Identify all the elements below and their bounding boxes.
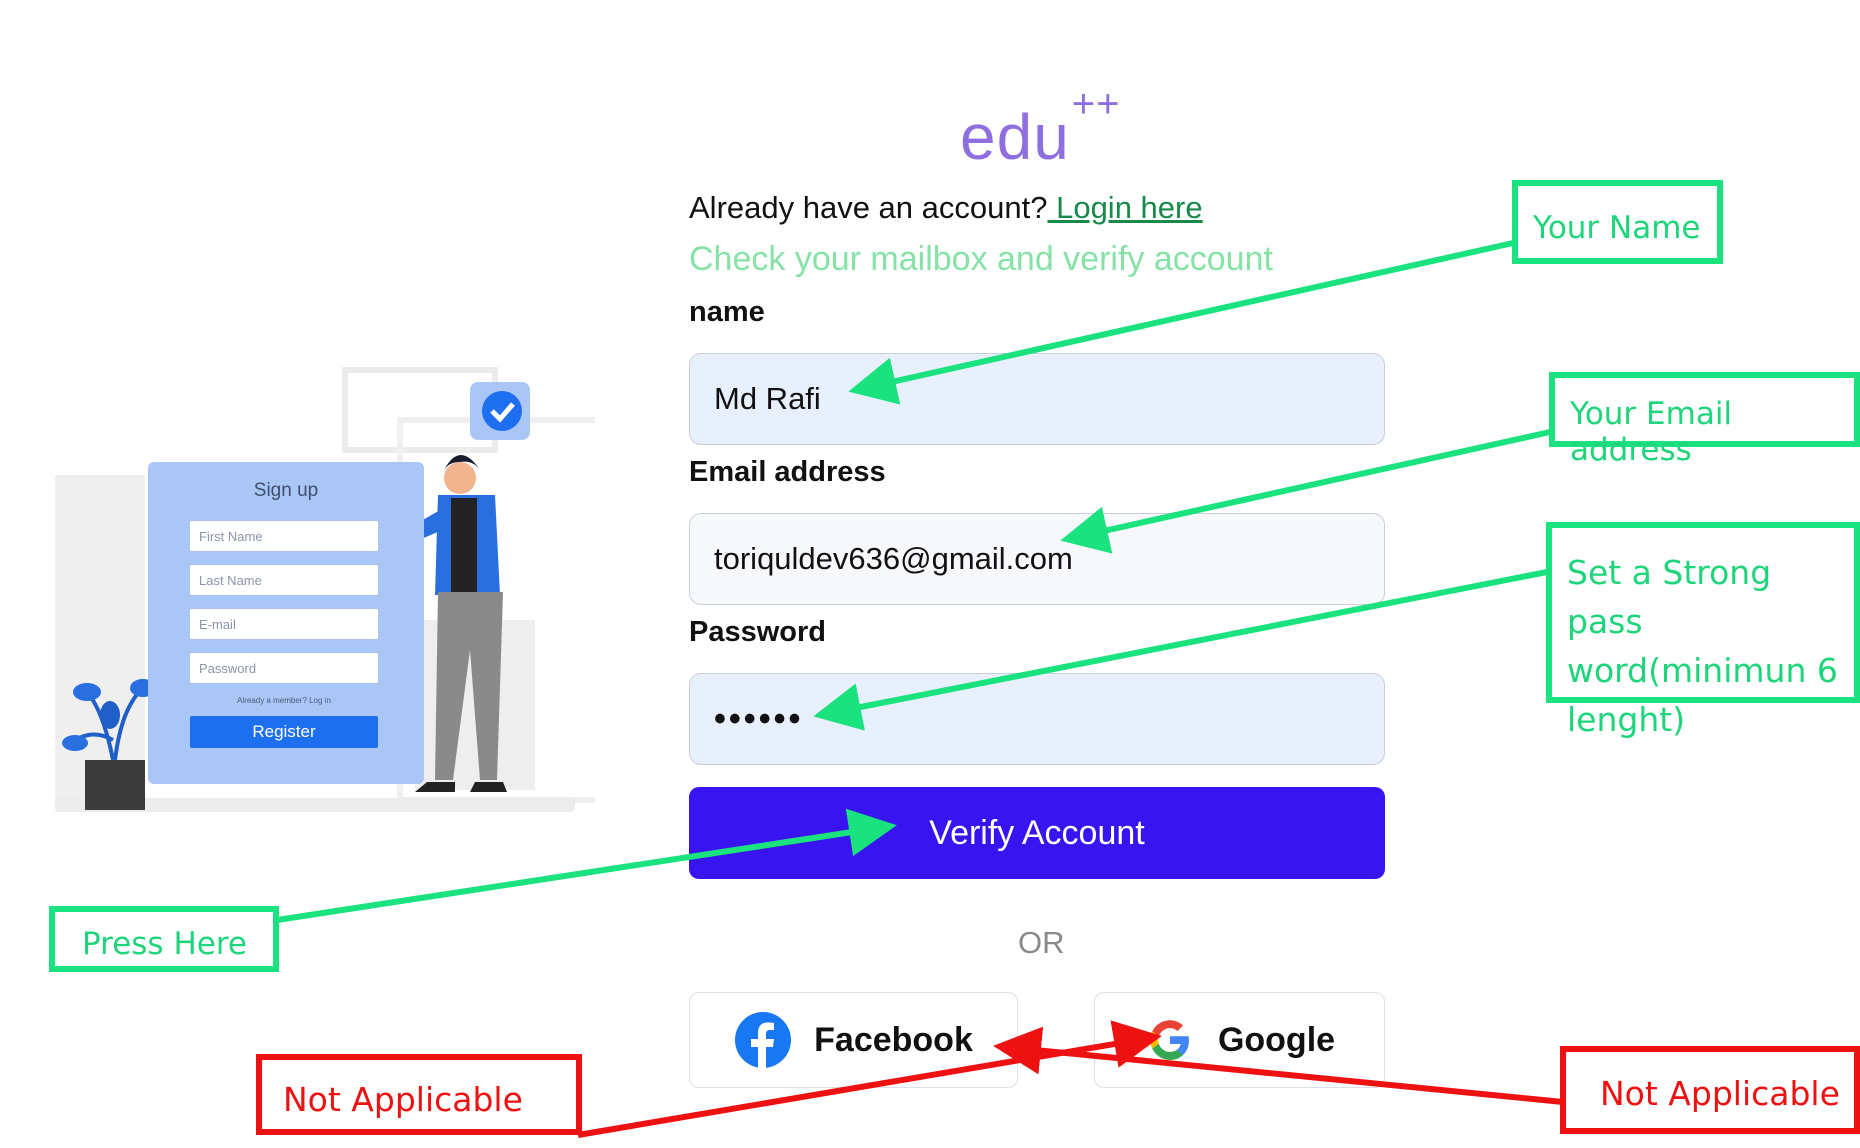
callout-press-here: Press Here	[49, 906, 279, 972]
callout-not-applicable-left: Not Applicable	[256, 1054, 582, 1135]
arrow-verify	[276, 808, 897, 923]
callout-password-line: word(minimun 6	[1567, 651, 1838, 690]
arrow-name	[848, 240, 1514, 405]
callout-your-name: Your Name	[1512, 180, 1723, 264]
arrow-password	[813, 569, 1548, 731]
callout-password-hint: Set a Strong pass word(minimun 6 lenght)	[1546, 522, 1860, 739]
callout-password-line: Set a Strong pass	[1567, 553, 1772, 641]
arrow-email	[1060, 429, 1551, 554]
callout-your-email: Your Email address	[1549, 372, 1860, 468]
callout-not-applicable-right: Not Applicable	[1560, 1046, 1860, 1134]
arrow-facebook-na	[993, 1026, 1564, 1105]
callout-password-line: lenght)	[1567, 700, 1686, 739]
